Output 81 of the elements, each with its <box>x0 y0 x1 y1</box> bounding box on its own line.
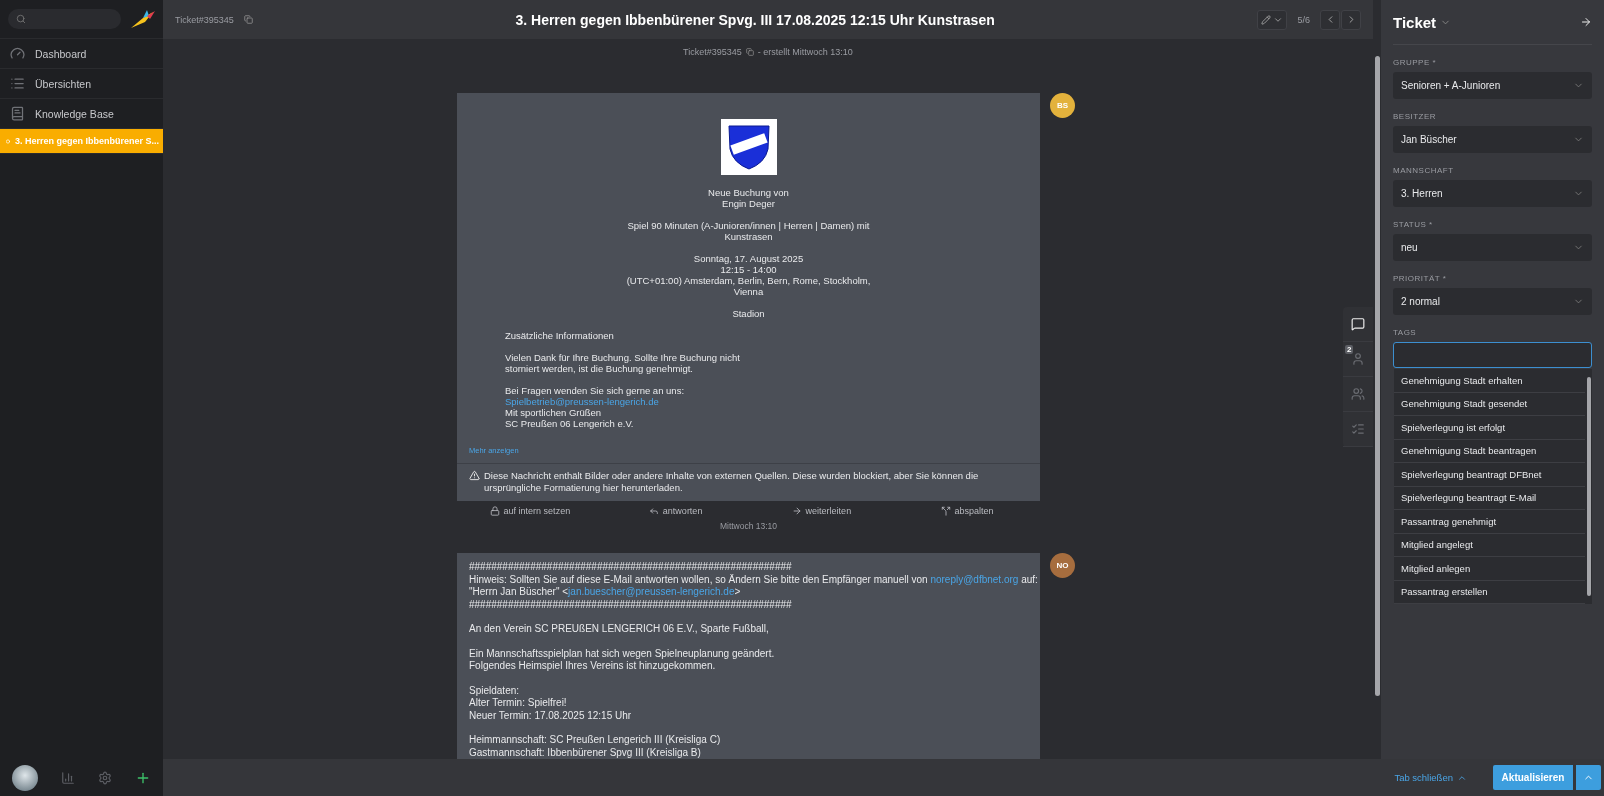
warning-icon <box>469 470 480 481</box>
email-text: Spiel 90 Minuten (A-Junioren/innen | Herren | Damen) mit <box>627 220 870 231</box>
close-tab-link[interactable]: Tab schließen <box>1388 771 1473 784</box>
panel-title: Ticket <box>1393 13 1437 31</box>
article-action[interactable]: antworten <box>602 505 749 517</box>
copy-icon[interactable] <box>745 48 754 56</box>
circle-icon <box>6 136 10 146</box>
email-text: Folgendes Heimspiel Ihres Vereins ist hinzugekommen. <box>469 660 716 673</box>
book-icon <box>10 106 25 121</box>
previous-button[interactable] <box>1320 9 1340 30</box>
email-text: Stadion <box>732 308 765 319</box>
article-action[interactable]: weiterleiten <box>748 505 895 517</box>
user-avatar[interactable] <box>11 764 38 791</box>
email-text: Heimmannschaft: SC Preußen Lengerich III (Kreisliga C) <box>469 734 721 747</box>
gauge-icon <box>10 46 25 61</box>
lock-icon <box>489 506 500 516</box>
email-text: Spieldaten: <box>469 684 520 697</box>
email-text: Bei Fragen wenden Sie sich gerne an uns: <box>505 385 685 396</box>
ticket-number: Ticket#395345 <box>683 47 742 57</box>
email-text: storniert werden, ist die Buchung genehmigt. <box>505 363 693 374</box>
ticket-number: Ticket#395345 <box>175 14 234 25</box>
email-text: Neue Buchung von <box>708 187 789 198</box>
reply-icon <box>648 506 659 516</box>
scrollbar[interactable] <box>1585 369 1592 604</box>
next-button[interactable] <box>1341 9 1361 30</box>
arrow-right-icon <box>791 506 802 516</box>
select-field[interactable]: neu <box>1393 234 1592 261</box>
email-text: Neuer Termin: 17.08.2025 12:15 Uhr <box>469 709 632 722</box>
pager: 5/6 <box>1297 14 1310 25</box>
email-text: Zusätzliche Informationen <box>505 330 614 341</box>
avatar[interactable]: NO <box>1050 553 1075 578</box>
email-text: ########################################################## <box>469 598 792 611</box>
email-text: Mit sportlichen Grüßen <box>505 407 602 418</box>
count-badge: 2 <box>1345 345 1354 354</box>
field-label: STATUS * <box>1393 220 1434 229</box>
select-field[interactable]: Jan Büscher <box>1393 126 1592 153</box>
chat-icon <box>1351 317 1365 331</box>
email-text: SC Preußen 06 Lengerich e.V. <box>505 418 634 429</box>
search-icon <box>16 14 26 24</box>
email-text: Gastmannschaft: Ibbenbürener Spvg III (Kreisliga B) <box>469 746 701 759</box>
arrow-right-icon[interactable] <box>1580 16 1592 28</box>
blocked-content-notice: Diese Nachricht enthält Bilder oder andere Inhalte von externen Quellen. Diese wurden blockiert, aber Sie können die ursprüngliche Formatierung hier herunterladen. <box>484 470 980 494</box>
email-text: Kunstrasen <box>724 231 773 242</box>
checklist-icon <box>1351 422 1365 436</box>
article-action[interactable]: auf intern setzen <box>457 505 603 517</box>
created-info: - erstellt Mittwoch 13:10 <box>757 47 853 57</box>
edit-button[interactable] <box>1257 9 1288 30</box>
field-label: BESITZER <box>1393 112 1438 121</box>
split-icon <box>940 506 951 516</box>
email-text: An den Verein SC PREUßEN LENGERICH 06 E.V., Sparte Fußball, <box>469 623 769 636</box>
email-text: 12:15 - 14:00 <box>720 264 777 275</box>
copy-icon[interactable] <box>243 15 253 24</box>
field-label: PRIORITÄT * <box>1393 274 1448 283</box>
email-text: (UTC+01:00) Amsterdam, Berlin, Bern, Rome, Stockholm, <box>626 275 871 286</box>
email-text: Engin Deger <box>722 198 775 209</box>
ticket-title: 3. Herren gegen Ibbenbürener Spvg. III 17.08.2025 12:15 Uhr Kunstrasen <box>514 11 996 28</box>
email-text: ########################################################## <box>469 561 792 574</box>
timestamp: Mittwoch 13:10 <box>719 521 778 531</box>
field-label: GRUPPE * <box>1393 58 1438 67</box>
email-text: Sonntag, 17. August 2025 <box>693 253 804 264</box>
field-label: MANNSCHAFT <box>1393 166 1455 175</box>
list-icon <box>10 76 25 91</box>
bar-chart-icon[interactable] <box>60 770 75 785</box>
select-field[interactable]: 2 normal <box>1393 288 1592 315</box>
field-label: TAGS <box>1393 328 1418 337</box>
tags-input[interactable] <box>1393 342 1592 368</box>
people-icon <box>1351 387 1365 401</box>
email-text: Vienna <box>733 286 764 297</box>
article-action[interactable]: abspalten <box>894 505 1040 517</box>
club-crest-image <box>720 119 777 175</box>
select-field[interactable]: Senioren + A-Junioren <box>1393 72 1592 99</box>
email-text: Alter Termin: Spielfrei! <box>469 697 567 710</box>
pencil-icon <box>1261 14 1272 25</box>
settings-icon[interactable] <box>98 770 113 785</box>
email-text: "Herrn Jan Büscher" <jan.buescher@preussen-lengerich.de> <box>469 586 741 599</box>
search-field[interactable] <box>8 9 121 29</box>
email-text: Hinweis: Sollten Sie auf diese E-Mail antworten wollen, so Ändern Sie bitte den Empfänger manuell von noreply@dfbnet.org auf: <box>469 573 1038 586</box>
select-field[interactable]: 3. Herren <box>1393 180 1592 207</box>
person-icon <box>1351 352 1365 366</box>
email-text: Vielen Dank für Ihre Buchung. Sollte Ihre Buchung nicht <box>505 352 740 363</box>
email-text: Ein Mannschaftsspielplan hat sich wegen Spielneuplanung geändert. <box>469 647 775 660</box>
